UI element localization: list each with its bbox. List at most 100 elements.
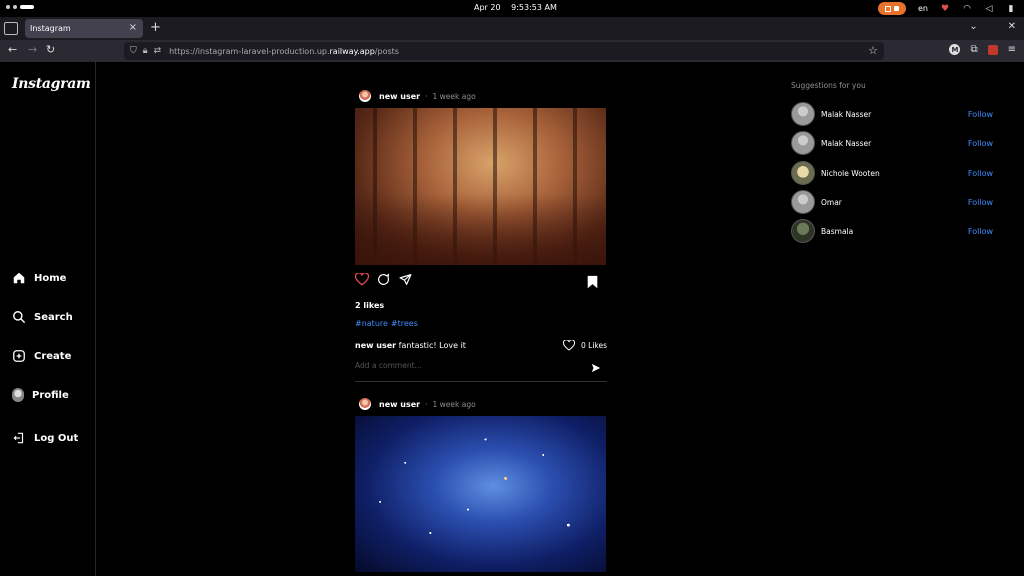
tab-list-icon[interactable] xyxy=(4,22,18,35)
avatar[interactable] xyxy=(791,161,815,185)
sidebar-item-label: Profile xyxy=(32,389,69,401)
feed-post: new user · 1 week ago xyxy=(355,396,607,572)
avatar[interactable] xyxy=(791,219,815,243)
extensions-puzzle-icon[interactable]: ⧉ xyxy=(970,44,977,55)
hashtag-link[interactable]: #trees xyxy=(391,319,418,328)
os-time: 9:53:53 AM xyxy=(511,3,557,12)
sidebar-item-label: Create xyxy=(34,350,72,362)
browser-nav-bar: ← → ↻ ⛉ 🔒︎ ⇄ https://instagram-laravel-p… xyxy=(0,40,1024,62)
menu-icon[interactable]: ≡ xyxy=(1008,44,1016,55)
sidebar-item-label: Search xyxy=(34,311,73,323)
sidebar-item-label: Log Out xyxy=(34,432,79,444)
os-date: Apr 20 xyxy=(474,3,501,12)
heart-icon[interactable] xyxy=(355,273,369,286)
suggestion-row: Malak Nasser Follow xyxy=(791,131,993,155)
post-time: 1 week ago xyxy=(432,91,476,101)
sidebar-item-logout[interactable]: Log Out xyxy=(12,431,78,445)
follow-button[interactable]: Follow xyxy=(968,198,993,207)
post-dot: · xyxy=(425,91,428,101)
volume-icon[interactable]: ◁ xyxy=(984,4,994,14)
os-clock[interactable]: Apr 20 9:53:53 AM xyxy=(474,3,557,12)
post-time: 1 week ago xyxy=(432,399,476,409)
back-icon[interactable]: ← xyxy=(8,43,17,56)
browser-tab-strip: Instagram × + ⌄ ✕ xyxy=(0,17,1024,40)
hashtag-link[interactable]: #nature xyxy=(355,319,388,328)
sidebar: Instagram Home Search Create Profile Log… xyxy=(0,62,96,576)
lock-icon[interactable]: 🔒︎ xyxy=(143,46,148,56)
share-icon[interactable] xyxy=(399,273,412,286)
suggestion-name[interactable]: Basmala xyxy=(821,227,853,236)
instagram-logo[interactable]: Instagram xyxy=(12,76,91,92)
comment-icon[interactable] xyxy=(377,273,390,286)
sidebar-item-search[interactable]: Search xyxy=(12,310,73,324)
follow-button[interactable]: Follow xyxy=(968,227,993,236)
suggestion-row: Omar Follow xyxy=(791,190,993,214)
tracking-shield-icon[interactable]: ⛉ xyxy=(130,46,137,56)
suggestion-name[interactable]: Malak Nasser xyxy=(821,139,871,148)
comment-placeholder: Add a comment... xyxy=(355,361,422,370)
post-actions xyxy=(355,269,607,299)
post-username[interactable]: new user xyxy=(379,92,420,101)
extension-red-icon[interactable] xyxy=(987,44,998,55)
comment-text: fantastic! Love it xyxy=(398,341,466,350)
chevron-down-icon[interactable]: ⌄ xyxy=(969,21,977,32)
url-bar[interactable]: ⛉ 🔒︎ ⇄ https://instagram-laravel-product… xyxy=(124,42,884,60)
suggestion-name[interactable]: Omar xyxy=(821,198,842,207)
home-icon xyxy=(13,272,25,284)
comment-row: new user fantastic! Love it 0 Likes xyxy=(355,340,607,353)
sidebar-item-profile[interactable]: Profile xyxy=(12,388,69,402)
avatar[interactable] xyxy=(791,102,815,126)
add-comment-input[interactable]: Add a comment... xyxy=(355,361,607,375)
post-image[interactable] xyxy=(355,108,606,265)
new-tab-icon[interactable]: + xyxy=(150,20,161,35)
close-tab-icon[interactable]: × xyxy=(129,22,137,33)
send-icon[interactable] xyxy=(591,363,601,373)
screen-record-indicator[interactable] xyxy=(878,2,906,15)
avatar[interactable] xyxy=(791,131,815,155)
bookmark-icon[interactable] xyxy=(587,275,598,289)
shield-icon[interactable]: ♥ xyxy=(940,4,950,14)
post-username[interactable]: new user xyxy=(379,400,420,409)
post-divider xyxy=(355,381,607,382)
close-window-icon[interactable]: ✕ xyxy=(1008,21,1016,32)
follow-button[interactable]: Follow xyxy=(968,169,993,178)
permissions-icon[interactable]: ⇄ xyxy=(154,46,162,56)
bookmark-star-icon[interactable]: ☆ xyxy=(868,44,878,57)
sidebar-item-label: Home xyxy=(34,272,67,284)
post-image[interactable] xyxy=(355,416,606,572)
workspace-indicator[interactable] xyxy=(6,5,34,9)
suggestions-title: Suggestions for you xyxy=(791,81,866,90)
logout-icon xyxy=(13,432,24,444)
tab-title: Instagram xyxy=(30,24,71,33)
extension-m-icon[interactable]: M xyxy=(949,44,961,55)
suggestion-row: Malak Nasser Follow xyxy=(791,102,993,126)
reload-icon[interactable]: ↻ xyxy=(46,43,55,56)
suggestion-row: Nichole Wooten Follow xyxy=(791,161,993,185)
sidebar-item-create[interactable]: Create xyxy=(12,349,71,363)
avatar[interactable] xyxy=(359,90,371,102)
post-header: new user · 1 week ago xyxy=(355,396,607,412)
follow-button[interactable]: Follow xyxy=(968,139,993,148)
instagram-page: Instagram Home Search Create Profile Log… xyxy=(0,62,1024,576)
avatar[interactable] xyxy=(359,398,371,410)
url-text[interactable]: https://instagram-laravel-production.up.… xyxy=(169,47,399,56)
suggestion-name[interactable]: Malak Nasser xyxy=(821,110,871,119)
likes-count[interactable]: 2 likes xyxy=(355,301,607,313)
post-dot: · xyxy=(425,399,428,409)
plus-square-icon xyxy=(13,350,25,362)
follow-button[interactable]: Follow xyxy=(968,110,993,119)
suggestion-row: Basmala Follow xyxy=(791,219,993,243)
post-tags: #nature #trees xyxy=(355,319,607,331)
os-top-bar: Apr 20 9:53:53 AM en ♥ ◠ ◁ ▮ xyxy=(0,0,1024,17)
comment-username[interactable]: new user xyxy=(355,341,396,350)
battery-icon[interactable]: ▮ xyxy=(1006,4,1016,14)
forward-icon[interactable]: → xyxy=(28,43,37,56)
suggestion-name[interactable]: Nichole Wooten xyxy=(821,169,880,178)
sidebar-item-home[interactable]: Home xyxy=(12,271,66,285)
comment-likes-count: 0 Likes xyxy=(580,341,607,350)
comment-heart-icon[interactable] xyxy=(562,340,575,351)
avatar[interactable] xyxy=(791,190,815,214)
tab-instagram[interactable]: Instagram × xyxy=(25,19,143,38)
wifi-icon[interactable]: ◠ xyxy=(962,4,972,14)
language-indicator[interactable]: en xyxy=(918,4,928,13)
